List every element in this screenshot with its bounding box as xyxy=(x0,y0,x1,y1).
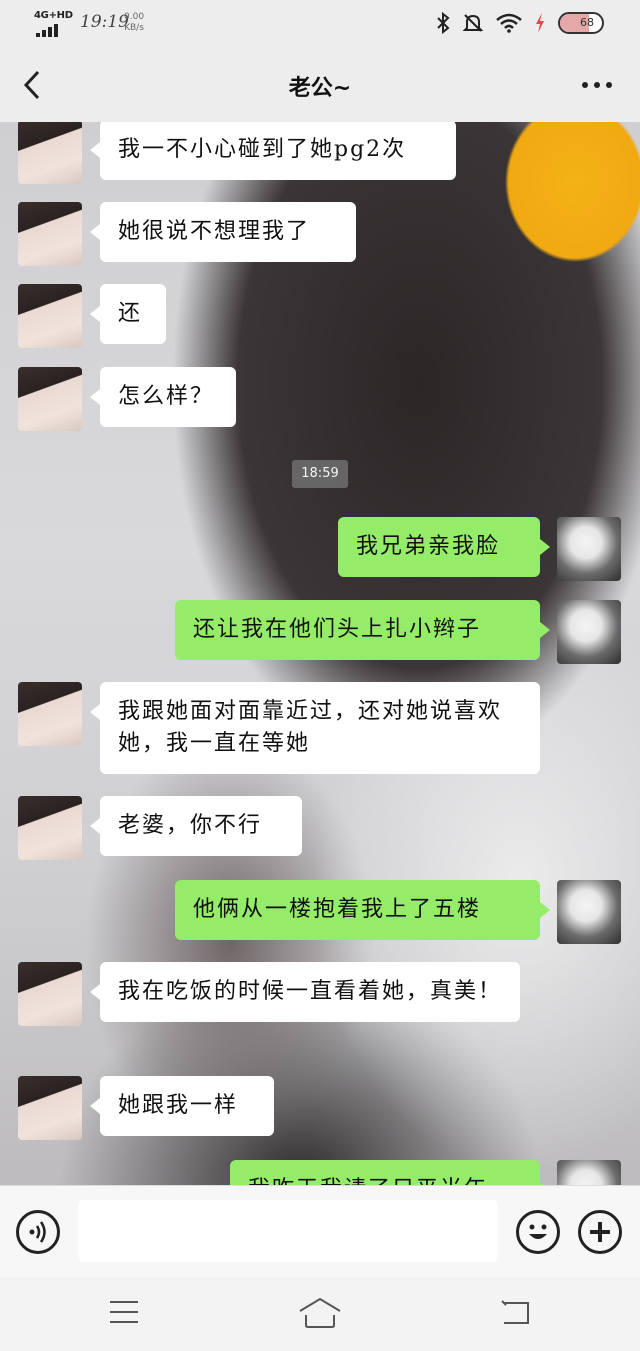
contact-avatar[interactable] xyxy=(18,202,82,266)
message-bubble[interactable]: 我兄弟亲我脸 xyxy=(338,517,550,577)
menu-icon xyxy=(110,1301,138,1323)
voice-button[interactable] xyxy=(16,1210,60,1254)
message-timestamp: 18:59 xyxy=(292,460,348,488)
my-avatar[interactable] xyxy=(557,517,621,581)
network-speed: 0.00 KB/s xyxy=(124,12,144,34)
chat-header: 老公~ xyxy=(0,48,640,122)
more-dots-icon xyxy=(582,82,588,88)
nav-back-button[interactable] xyxy=(500,1299,532,1331)
message-bubble[interactable]: 她跟我一样 xyxy=(90,1076,274,1136)
back-icon xyxy=(501,1300,529,1324)
contact-avatar[interactable] xyxy=(18,1076,82,1140)
chat-title: 老公~ xyxy=(288,76,352,101)
system-nav-bar xyxy=(0,1277,640,1351)
message-bubble[interactable]: 我在吃饭的时候一直看着她，真美！ xyxy=(90,962,520,1022)
my-avatar[interactable] xyxy=(557,1160,621,1185)
mute-icon xyxy=(462,14,484,32)
network-label: 4G+HD xyxy=(34,10,73,21)
emoji-icon xyxy=(529,1224,547,1239)
message-bubble[interactable]: 还让我在他们头上扎小辫子 xyxy=(175,600,550,660)
home-icon xyxy=(299,1297,341,1328)
input-bar xyxy=(0,1185,640,1277)
contact-avatar[interactable] xyxy=(18,284,82,348)
chat-area[interactable]: 18:59 我一不小心碰到了她pg2次 她很说不想理我了 还 怎么样？ 我兄弟亲… xyxy=(0,122,640,1185)
more-actions-button[interactable] xyxy=(578,1210,622,1254)
bluetooth-icon xyxy=(437,12,450,34)
message-bubble[interactable]: 我跟她面对面靠近过，还对她说喜欢她，我一直在等她 xyxy=(90,682,540,774)
menu-button[interactable] xyxy=(108,1299,140,1329)
message-bubble[interactable]: 他俩从一楼抱着我上了五楼 xyxy=(175,880,550,940)
message-bubble[interactable]: 我昨天我请了只平当年 xyxy=(230,1160,550,1185)
contact-avatar[interactable] xyxy=(18,122,82,184)
speed-value: 0.00 xyxy=(124,12,145,22)
message-bubble[interactable]: 老婆，你不行 xyxy=(90,796,302,856)
clock: 19:19 xyxy=(80,12,129,32)
battery-level: 68 xyxy=(580,16,594,29)
message-bubble[interactable]: 她很说不想理我了 xyxy=(90,202,356,262)
wifi-icon xyxy=(496,13,522,33)
contact-avatar[interactable] xyxy=(18,367,82,431)
speed-unit: KB/s xyxy=(124,23,144,33)
status-icons: 68 xyxy=(436,12,604,34)
charging-icon xyxy=(536,13,544,33)
home-button[interactable] xyxy=(298,1297,342,1333)
more-button[interactable] xyxy=(582,82,612,88)
emoji-button[interactable] xyxy=(516,1210,560,1254)
message-bubble[interactable]: 我一不小心碰到了她pg2次 xyxy=(90,122,456,180)
message-input[interactable] xyxy=(78,1200,498,1262)
contact-avatar[interactable] xyxy=(18,796,82,860)
contact-avatar[interactable] xyxy=(18,962,82,1026)
message-bubble[interactable]: 怎么样？ xyxy=(90,367,236,427)
my-avatar[interactable] xyxy=(557,600,621,664)
message-bubble[interactable]: 还 xyxy=(90,284,166,344)
signal-icon xyxy=(36,24,58,37)
contact-avatar[interactable] xyxy=(18,682,82,746)
voice-icon xyxy=(29,1221,46,1243)
network-indicator: 4G+HD xyxy=(34,10,73,37)
battery-icon: 68 xyxy=(558,12,604,34)
my-avatar[interactable] xyxy=(557,880,621,944)
status-bar: 4G+HD 19:19 0.00 KB/s 68 xyxy=(0,0,640,48)
